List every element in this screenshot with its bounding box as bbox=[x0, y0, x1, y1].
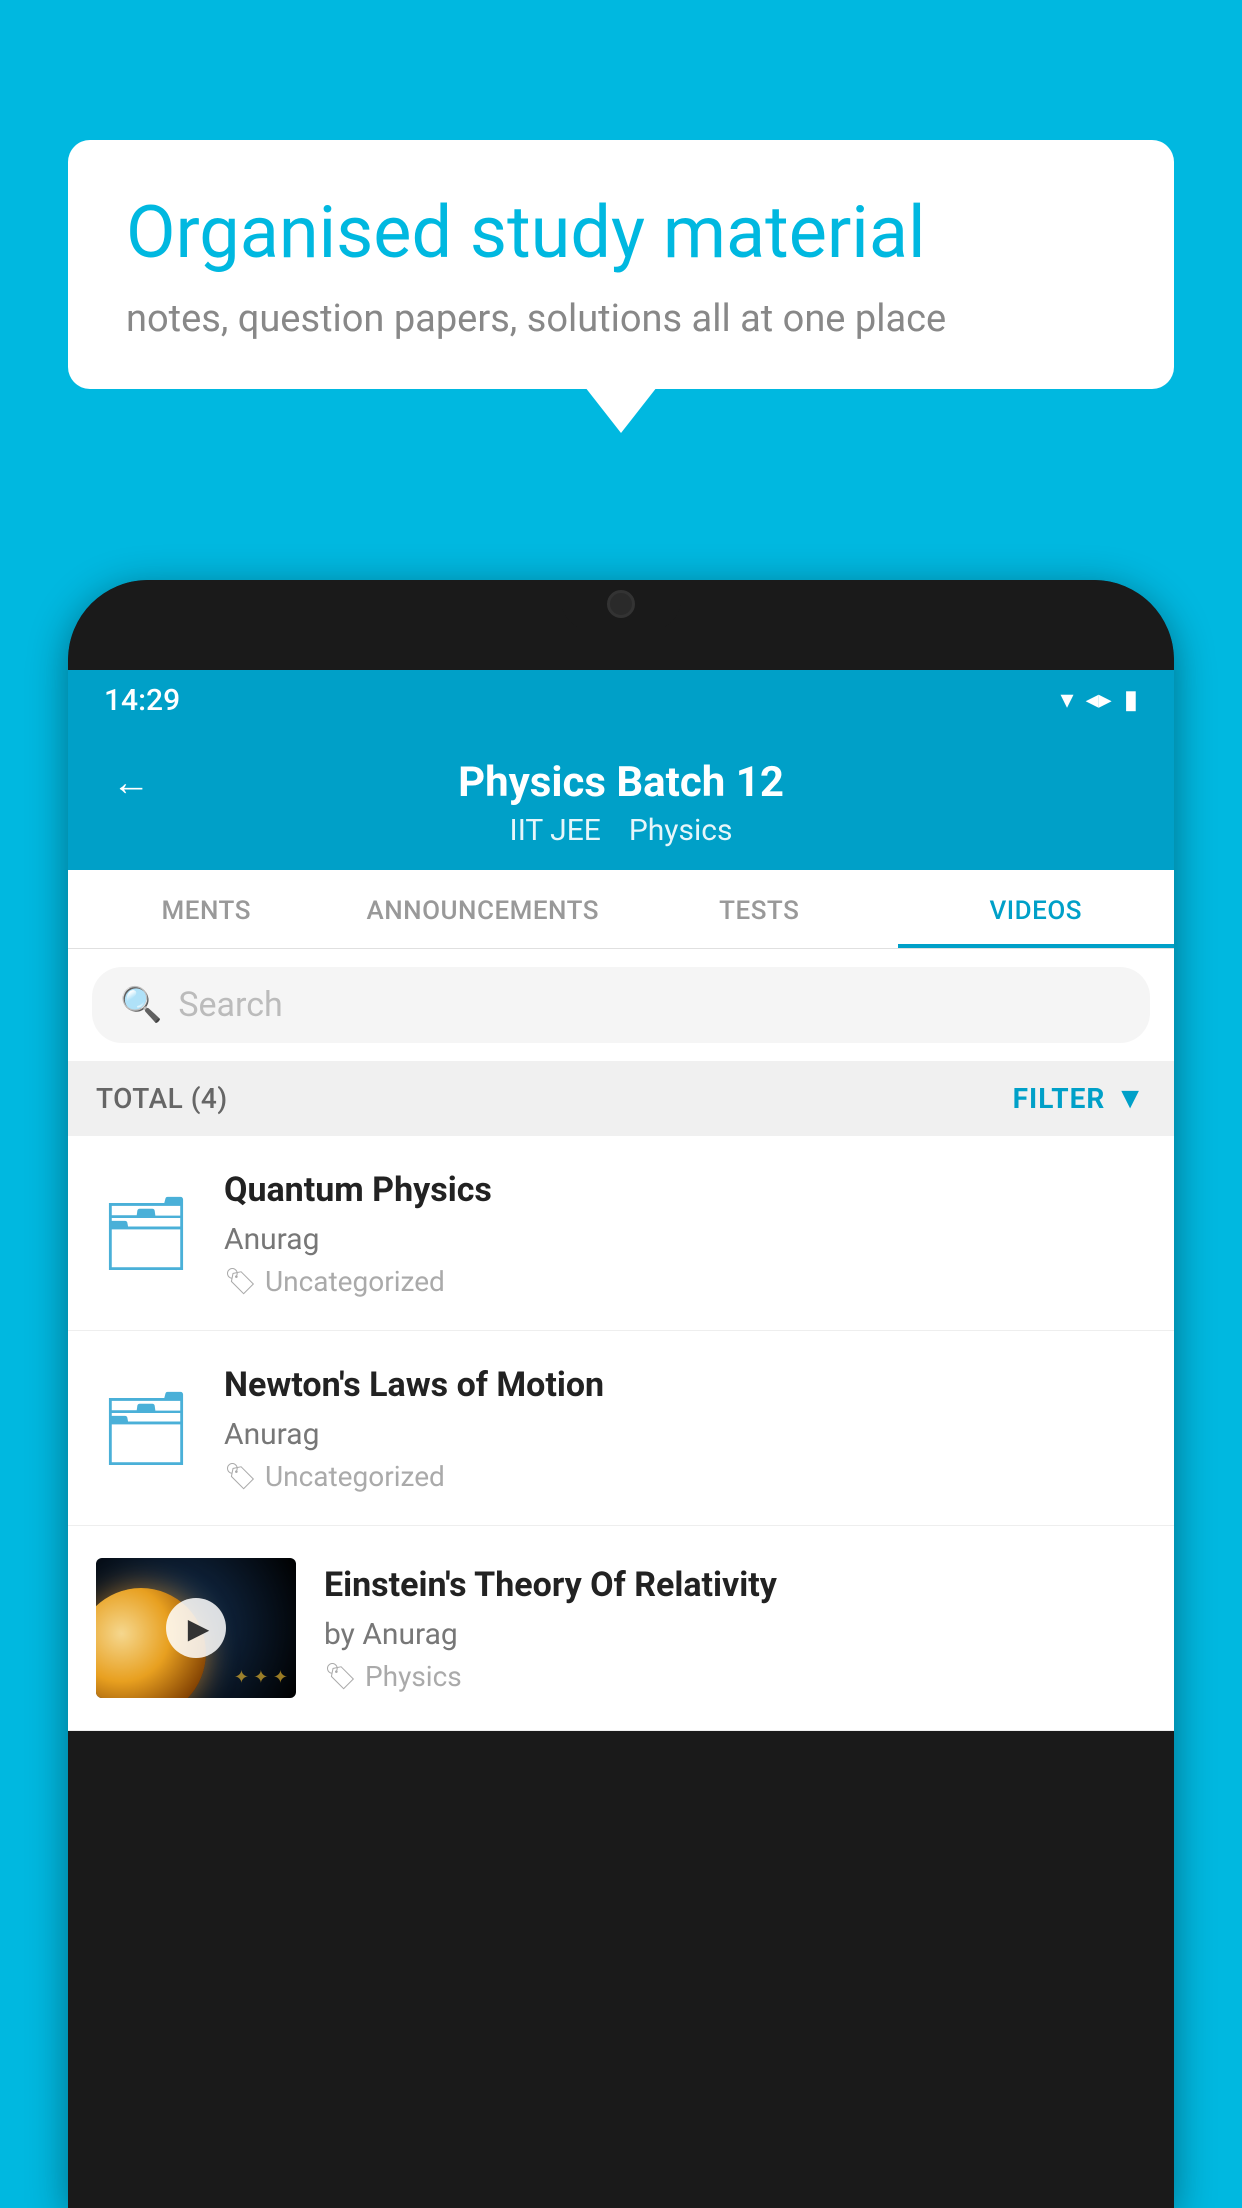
wifi-icon: ▾ bbox=[1061, 685, 1074, 715]
tag-text: Uncategorized bbox=[265, 1460, 445, 1493]
notch bbox=[561, 580, 681, 630]
video-tag: 🏷 Physics bbox=[324, 1660, 1146, 1693]
list-item[interactable]: ▶ Einstein's Theory Of Relativity by Anu… bbox=[68, 1526, 1174, 1731]
tab-ments[interactable]: MENTS bbox=[68, 870, 345, 948]
filter-label: FILTER bbox=[1013, 1082, 1106, 1115]
video-tag: 🏷 Uncategorized bbox=[224, 1460, 1146, 1493]
list-item[interactable]: 🗂 Quantum Physics Anurag 🏷 Uncategorized bbox=[68, 1136, 1174, 1331]
phone-bezel bbox=[68, 580, 1174, 670]
video-author: Anurag bbox=[224, 1222, 1146, 1257]
search-placeholder: Search bbox=[178, 985, 282, 1025]
tabs: MENTS ANNOUNCEMENTS TESTS VIDEOS bbox=[68, 870, 1174, 949]
search-bar[interactable]: 🔍 Search bbox=[92, 967, 1150, 1043]
video-thumbnail: ▶ bbox=[96, 1558, 296, 1698]
search-container: 🔍 Search bbox=[68, 949, 1174, 1061]
bubble-subtitle: notes, question papers, solutions all at… bbox=[126, 297, 1116, 341]
search-icon: 🔍 bbox=[120, 985, 162, 1025]
video-info: Einstein's Theory Of Relativity by Anura… bbox=[324, 1563, 1146, 1693]
app-bar-subtitle: IIT JEE Physics bbox=[510, 813, 733, 848]
tab-announcements[interactable]: ANNOUNCEMENTS bbox=[345, 870, 622, 948]
speech-bubble: Organised study material notes, question… bbox=[68, 140, 1174, 389]
play-button[interactable]: ▶ bbox=[166, 1598, 226, 1658]
app-bar: ← Physics Batch 12 IIT JEE Physics bbox=[68, 730, 1174, 870]
tag-text: Uncategorized bbox=[265, 1265, 445, 1298]
speech-bubble-container: Organised study material notes, question… bbox=[68, 140, 1174, 389]
list-item[interactable]: 🗂 Newton's Laws of Motion Anurag 🏷 Uncat… bbox=[68, 1331, 1174, 1526]
app-bar-row: ← Physics Batch 12 bbox=[104, 758, 1138, 807]
video-author: Anurag bbox=[224, 1417, 1146, 1452]
screen-content: MENTS ANNOUNCEMENTS TESTS VIDEOS 🔍 Searc… bbox=[68, 870, 1174, 1731]
bubble-title: Organised study material bbox=[126, 192, 1116, 275]
video-title: Newton's Laws of Motion bbox=[224, 1363, 1146, 1407]
filter-button[interactable]: FILTER ▼ bbox=[1013, 1081, 1146, 1116]
status-time: 14:29 bbox=[104, 683, 180, 718]
folder-icon-wrap: 🗂 bbox=[96, 1386, 196, 1471]
thumbnail-bg: ▶ bbox=[96, 1558, 296, 1698]
play-icon: ▶ bbox=[188, 1612, 210, 1645]
folder-icon-wrap: 🗂 bbox=[96, 1191, 196, 1276]
status-bar: 14:29 ▾ ◂▸ ▮ bbox=[68, 670, 1174, 730]
video-list: 🗂 Quantum Physics Anurag 🏷 Uncategorized… bbox=[68, 1136, 1174, 1731]
camera bbox=[607, 590, 635, 618]
subtitle-iitjee: IIT JEE bbox=[510, 813, 601, 848]
filter-bar: TOTAL (4) FILTER ▼ bbox=[68, 1061, 1174, 1136]
filter-icon: ▼ bbox=[1115, 1081, 1146, 1116]
video-title: Quantum Physics bbox=[224, 1168, 1146, 1212]
app-bar-title: Physics Batch 12 bbox=[458, 758, 784, 807]
signal-icon: ◂▸ bbox=[1086, 685, 1112, 715]
total-count: TOTAL (4) bbox=[96, 1082, 228, 1115]
tab-tests[interactable]: TESTS bbox=[621, 870, 898, 948]
back-button[interactable]: ← bbox=[104, 753, 158, 813]
video-tag: 🏷 Uncategorized bbox=[224, 1265, 1146, 1298]
tag-icon: 🏷 bbox=[224, 1267, 257, 1297]
folder-icon: 🗂 bbox=[100, 1386, 191, 1471]
tag-icon: 🏷 bbox=[224, 1462, 257, 1492]
tag-icon: 🏷 bbox=[324, 1662, 357, 1692]
tag-text: Physics bbox=[365, 1660, 462, 1693]
video-info: Newton's Laws of Motion Anurag 🏷 Uncateg… bbox=[224, 1363, 1146, 1493]
battery-icon: ▮ bbox=[1124, 685, 1138, 715]
status-icons: ▾ ◂▸ ▮ bbox=[1061, 685, 1138, 715]
tab-videos[interactable]: VIDEOS bbox=[898, 870, 1175, 948]
phone-frame: 14:29 ▾ ◂▸ ▮ ← Physics Batch 12 IIT JEE … bbox=[68, 580, 1174, 2208]
video-title: Einstein's Theory Of Relativity bbox=[324, 1563, 1146, 1607]
video-info: Quantum Physics Anurag 🏷 Uncategorized bbox=[224, 1168, 1146, 1298]
folder-icon: 🗂 bbox=[100, 1191, 191, 1276]
video-author: by Anurag bbox=[324, 1617, 1146, 1652]
subtitle-physics: Physics bbox=[629, 813, 733, 848]
